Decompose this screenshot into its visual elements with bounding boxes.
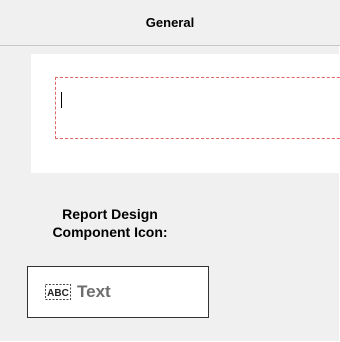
panel-header: General [0, 0, 340, 46]
caption-line-2: Component Icon: [52, 224, 168, 240]
abc-text-icon: ABC [45, 284, 71, 300]
preview-card [31, 54, 340, 173]
properties-panel: General Report Design Component Icon: AB… [0, 0, 340, 341]
report-design-component-icon[interactable]: ABC Text [27, 266, 209, 318]
component-label: Text [77, 282, 111, 301]
caption-line-1: Report Design [62, 206, 158, 222]
panel-title: General [145, 15, 195, 30]
text-caret [61, 92, 62, 108]
component-icon-caption: Report Design Component Icon: [25, 205, 195, 241]
svg-text:ABC: ABC [47, 288, 69, 299]
text-component-preview[interactable] [55, 77, 340, 139]
